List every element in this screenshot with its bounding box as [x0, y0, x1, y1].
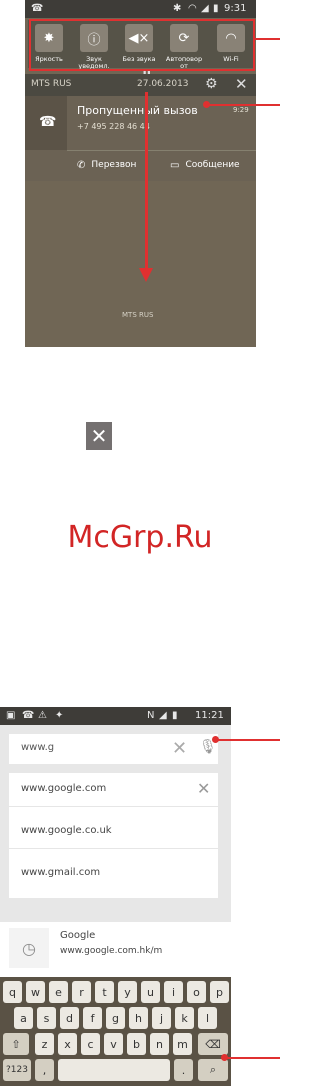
bluetooth-icon: ✱: [173, 3, 182, 14]
wifi-status-icon: ◠: [188, 3, 197, 14]
divider: [9, 848, 218, 849]
search-icon: ⌕: [209, 1063, 217, 1076]
callback-button[interactable]: ✆ Перезвон: [77, 156, 136, 174]
suggestions-list: www.google.com ✕ www.google.co.uk www.gm…: [9, 773, 218, 898]
missed-call-status-icon: ☎: [22, 710, 35, 721]
key-p[interactable]: p: [210, 981, 229, 1003]
key-e[interactable]: e: [49, 981, 68, 1003]
key-o[interactable]: o: [187, 981, 206, 1003]
footer-operator: MTS RUS: [122, 311, 154, 319]
operator-name: MTS RUS: [31, 79, 72, 89]
space-key[interactable]: [58, 1059, 170, 1081]
status-bar: ▣ ☎ ⚠ ✦ N ◢ ▮ 11:21: [0, 707, 231, 725]
status-bar: ☎ ✱ ◠ ◢ ▮ 9:31: [25, 0, 256, 18]
key-f[interactable]: f: [83, 1007, 102, 1029]
key-r[interactable]: r: [72, 981, 91, 1003]
callout-line: [205, 104, 280, 106]
caller-number: +7 495 228 46 44: [77, 122, 150, 131]
key-t[interactable]: t: [95, 981, 114, 1003]
gear-icon[interactable]: ⚙: [205, 76, 218, 92]
android-icon: ✦: [55, 710, 64, 721]
pointer-arrow-shaft: [145, 92, 148, 272]
key-b[interactable]: b: [127, 1033, 146, 1055]
key-l[interactable]: l: [198, 1007, 217, 1029]
key-x[interactable]: x: [58, 1033, 77, 1055]
clear-all-icon[interactable]: ✕: [235, 75, 248, 93]
shift-key[interactable]: ⇧: [3, 1033, 29, 1055]
battery-icon: ▮: [172, 710, 178, 721]
key-v[interactable]: v: [104, 1033, 123, 1055]
suggestion-item[interactable]: www.google.co.uk: [21, 825, 112, 836]
shift-icon: ⇧: [11, 1037, 21, 1051]
watermark: McGrp.Ru: [67, 520, 213, 555]
close-icon: ✕: [86, 422, 112, 450]
keyboard: q w e r t y u i o p a s d f g h j k l ⇧ …: [0, 977, 231, 1086]
callout-box: [29, 19, 255, 71]
url-bar[interactable]: www.g ✕ 🎙: [9, 734, 218, 764]
history-icon-box: ◷: [9, 928, 49, 968]
divider: [67, 150, 256, 151]
history-url: www.google.com.hk/m: [60, 946, 163, 956]
callout-line: [255, 38, 280, 40]
signal-icon: ◢: [201, 3, 209, 14]
key-k[interactable]: k: [175, 1007, 194, 1029]
browser-screenshot: ▣ ☎ ⚠ ✦ N ◢ ▮ 11:21 www.g ✕ 🎙 www.google…: [0, 707, 231, 1086]
key-w[interactable]: w: [26, 981, 45, 1003]
key-z[interactable]: z: [35, 1033, 54, 1055]
comma-key[interactable]: ,: [35, 1059, 54, 1081]
notification-time: 9:29: [233, 106, 249, 114]
date-text: 27.06.2013: [137, 79, 189, 89]
callout-line: [225, 1057, 280, 1059]
suggestion-item[interactable]: www.google.com: [21, 783, 106, 794]
period-key[interactable]: .: [174, 1059, 193, 1081]
operator-bar: MTS RUS 27.06.2013 ⚙ ✕: [25, 74, 256, 96]
key-s[interactable]: s: [37, 1007, 56, 1029]
missed-call-icon: ☎: [39, 114, 57, 130]
status-time: 9:31: [224, 3, 247, 14]
callout-line: [216, 739, 280, 741]
clear-icon[interactable]: ✕: [172, 738, 187, 759]
message-icon: ▭: [170, 159, 180, 171]
key-c[interactable]: c: [81, 1033, 100, 1055]
status-time: 11:21: [195, 710, 224, 721]
key-m[interactable]: m: [173, 1033, 192, 1055]
divider: [9, 806, 218, 807]
missed-call-notification[interactable]: ☎ Пропущенный вызов +7 495 228 46 44 9:2…: [25, 96, 256, 181]
alert-icon: ⚠: [38, 710, 47, 721]
key-u[interactable]: u: [141, 981, 160, 1003]
suggestion-item[interactable]: www.gmail.com: [21, 867, 100, 878]
battery-icon: ▮: [213, 3, 219, 14]
phone-icon: ✆: [77, 159, 86, 171]
history-title: Google: [60, 930, 96, 941]
symbols-key[interactable]: ?123: [3, 1059, 31, 1081]
missed-call-status-icon: ☎: [31, 3, 44, 14]
key-n[interactable]: n: [150, 1033, 169, 1055]
pointer-arrow-head: [139, 268, 153, 282]
key-h[interactable]: h: [129, 1007, 148, 1029]
backspace-icon: ⌫: [205, 1037, 221, 1051]
backspace-key[interactable]: ⌫: [198, 1033, 228, 1055]
signal-icon: ◢: [159, 710, 167, 721]
nfc-icon: N: [147, 710, 155, 721]
search-key[interactable]: ⌕: [198, 1059, 228, 1081]
message-button[interactable]: ▭ Сообщение: [170, 156, 240, 174]
key-q[interactable]: q: [3, 981, 22, 1003]
key-i[interactable]: i: [164, 981, 183, 1003]
history-item[interactable]: ◷ Google www.google.com.hk/m: [0, 922, 231, 977]
callback-label: Перезвон: [91, 160, 137, 170]
key-g[interactable]: g: [106, 1007, 125, 1029]
key-j[interactable]: j: [152, 1007, 171, 1029]
key-d[interactable]: d: [60, 1007, 79, 1029]
clock-icon: ◷: [22, 938, 36, 958]
url-input[interactable]: www.g: [21, 742, 54, 753]
key-y[interactable]: y: [118, 981, 137, 1003]
message-label: Сообщение: [185, 160, 240, 170]
key-a[interactable]: a: [14, 1007, 33, 1029]
notification-icon: ▣: [6, 710, 16, 721]
dismiss-icon[interactable]: ✕: [197, 779, 210, 798]
notification-title: Пропущенный вызов: [77, 104, 198, 117]
